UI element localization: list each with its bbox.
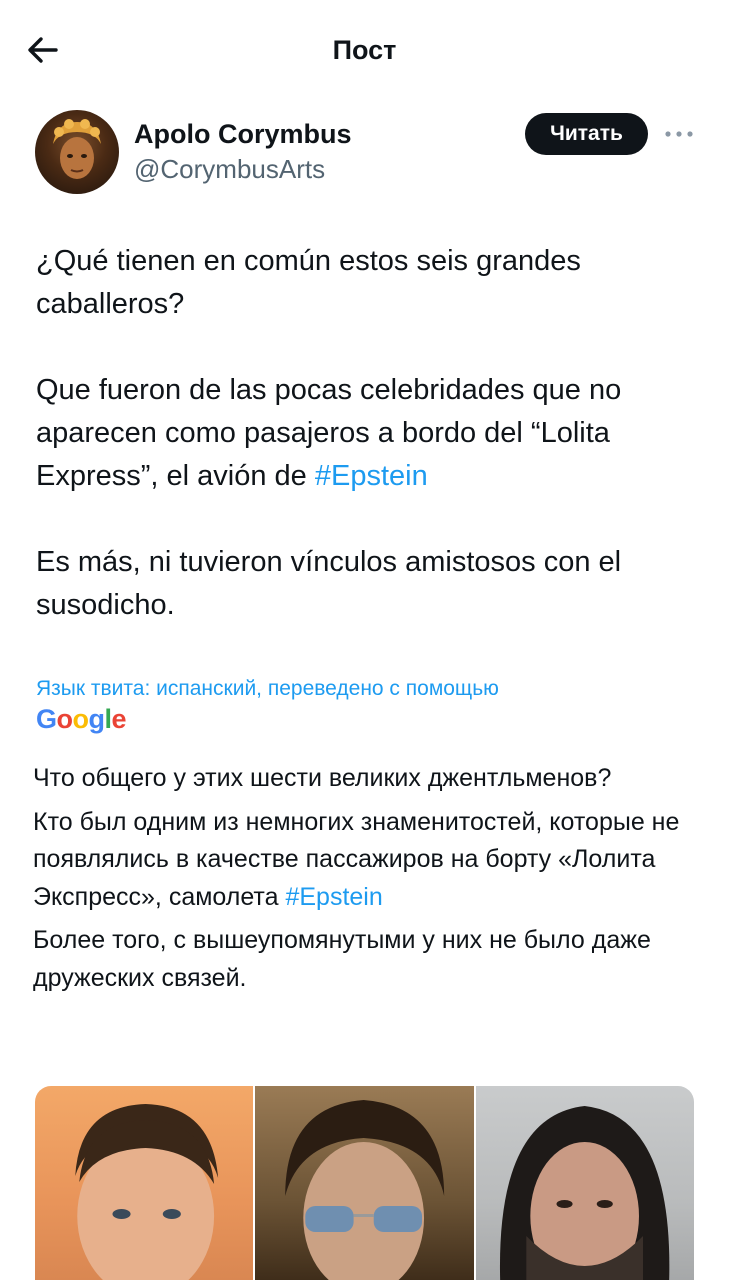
top-bar: Пост — [0, 0, 729, 100]
google-logo: Google — [36, 704, 127, 734]
media-photo-3[interactable] — [475, 1086, 694, 1280]
translation-paragraph: Что общего у этих шести великих джентльм… — [33, 764, 612, 792]
photo-3-image — [499, 1106, 670, 1280]
media-grid — [35, 1086, 694, 1280]
avatar-image — [53, 119, 101, 179]
tweet-paragraph: Es más, ni tuvieron vínculos amistosos c… — [36, 546, 622, 621]
more-horizontal-icon — [665, 131, 693, 137]
follow-button[interactable]: Читать — [525, 113, 648, 155]
author-name[interactable]: Apolo Corymbus — [134, 117, 352, 151]
translation-paragraph: Кто был одним из немногих знаменитостей,… — [33, 804, 703, 917]
author-avatar[interactable] — [35, 110, 119, 194]
photo-2-image — [285, 1100, 445, 1280]
hashtag-link[interactable]: #Epstein — [315, 460, 428, 492]
more-button[interactable] — [664, 124, 694, 144]
media-photo-1[interactable] — [35, 1086, 256, 1280]
tweet-paragraph: ¿Qué tienen en común estos seis grandes … — [36, 245, 581, 320]
hashtag-link[interactable]: #Epstein — [285, 883, 382, 911]
media-photo-2[interactable] — [255, 1086, 476, 1280]
author-handle[interactable]: @CorymbusArts — [134, 153, 325, 185]
translation-paragraph: Более того, с вышеупомянутыми у них не б… — [33, 926, 651, 992]
tweet-text: ¿Qué tienen en común estos seis grandes … — [36, 240, 696, 670]
photo-1-image — [75, 1104, 219, 1280]
translated-text: Что общего у этих шести великих джентльм… — [33, 760, 703, 1003]
translation-label[interactable]: Язык твита: испанский, переведено с помо… — [36, 675, 499, 703]
page-title: Пост — [332, 35, 397, 65]
tweet-paragraph: Que fueron de las pocas celebridades que… — [36, 369, 696, 498]
